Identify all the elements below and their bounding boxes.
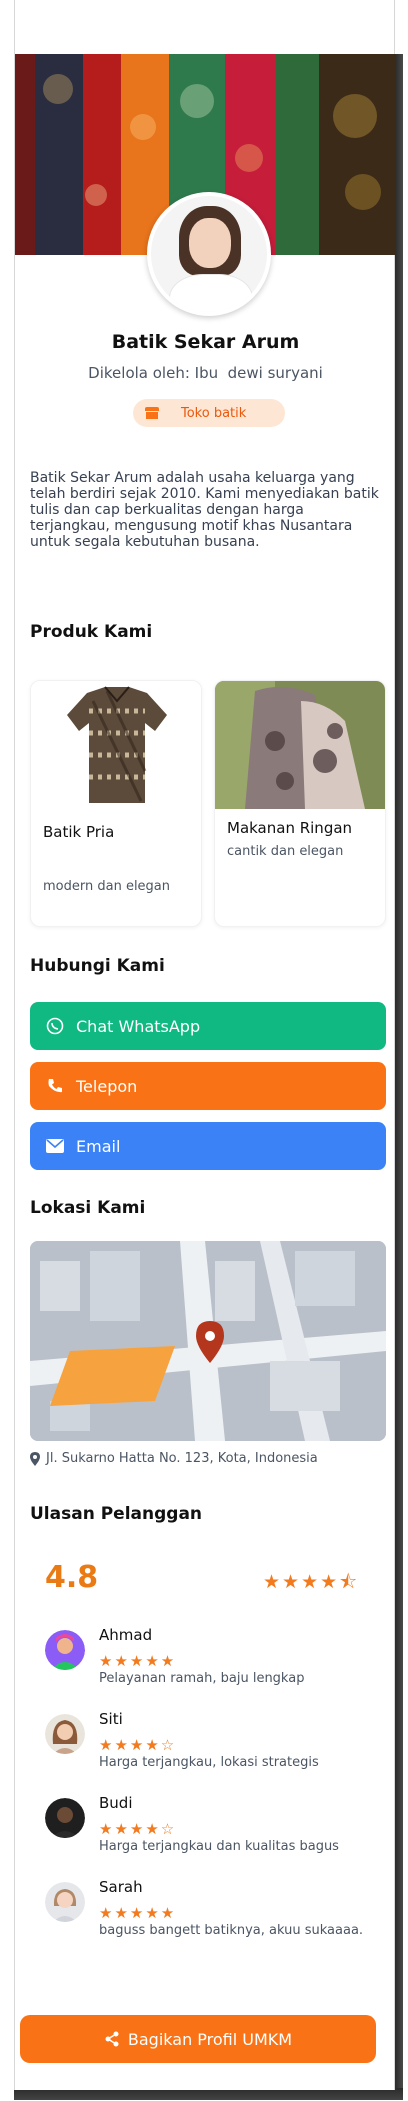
share-icon xyxy=(105,2031,119,2047)
reviewer-name: Ahmad xyxy=(99,1626,153,1644)
manager-name: Dikelola oleh: Ibu dewi suryani xyxy=(88,364,323,382)
email-button[interactable]: Email xyxy=(30,1122,386,1170)
reviewer-name: Siti xyxy=(99,1710,123,1728)
store-icon xyxy=(145,407,159,419)
products-heading: Produk Kami xyxy=(30,622,153,642)
reviews-heading: Ulasan Pelanggan xyxy=(30,1504,203,1524)
phone-button[interactable]: Telepon xyxy=(30,1062,386,1110)
review-item: Siti ★★★★☆ Harga terjangkau, lokasi stra… xyxy=(45,1710,375,1774)
page: Batik Sekar Arum Dikelola oleh: Ibu dewi… xyxy=(0,0,408,2101)
product-image xyxy=(215,681,385,809)
location-heading: Lokasi Kami xyxy=(30,1198,146,1218)
product-card[interactable]: Batik Pria modern dan elegan xyxy=(30,680,202,927)
reviewer-avatar xyxy=(45,1882,85,1922)
review-item: Budi ★★★★☆ Harga terjangkau dan kualitas… xyxy=(45,1794,375,1858)
product-name: Batik Pria xyxy=(43,823,115,841)
whatsapp-button[interactable]: Chat WhatsApp xyxy=(30,1002,386,1050)
category-badge: Toko batik xyxy=(133,399,285,427)
address: Jl. Sukarno Hatta No. 123, Kota, Indones… xyxy=(30,1451,318,1466)
category-label: Toko batik xyxy=(181,405,247,421)
product-card[interactable]: Makanan Ringan cantik dan elegan xyxy=(214,680,386,927)
average-rating: 4.8 xyxy=(45,1560,99,1595)
reviewer-avatar xyxy=(45,1630,85,1670)
location-map[interactable] xyxy=(30,1241,386,1441)
review-item: Sarah ★★★★★ baguss bangett batiknya, aku… xyxy=(45,1878,375,1952)
owner-avatar xyxy=(147,192,271,316)
average-stars: ★★★★⯪ xyxy=(263,1571,360,1593)
reviewer-avatar xyxy=(45,1798,85,1838)
phone-label: Telepon xyxy=(76,1076,138,1096)
share-profile-button[interactable]: Bagikan Profil UMKM xyxy=(20,2015,376,2063)
share-label: Bagikan Profil UMKM xyxy=(127,2029,293,2049)
reviewer-name: Budi xyxy=(99,1794,133,1812)
review-text: baguss bangett batiknya, akuu sukaaaa. xyxy=(99,1923,364,1938)
review-stars: ★★★★★ xyxy=(99,1904,177,1922)
reviewer-name: Sarah xyxy=(99,1878,143,1896)
phone-icon xyxy=(46,1077,64,1095)
product-subtitle: modern dan elegan xyxy=(43,879,171,894)
location-pin-icon xyxy=(30,1451,40,1466)
product-image xyxy=(31,681,201,809)
review-stars: ★★★★☆ xyxy=(99,1820,177,1838)
review-stars: ★★★★☆ xyxy=(99,1736,177,1754)
profile-page: Batik Sekar Arum Dikelola oleh: Ibu dewi… xyxy=(14,0,396,2090)
device-shadow xyxy=(395,54,403,2099)
contact-heading: Hubungi Kami xyxy=(30,956,165,976)
envelope-icon xyxy=(46,1137,64,1155)
address-text: Jl. Sukarno Hatta No. 123, Kota, Indones… xyxy=(46,1451,318,1466)
whatsapp-icon xyxy=(46,1017,64,1035)
shop-name: Batik Sekar Arum xyxy=(111,331,300,353)
product-subtitle: cantik dan elegan xyxy=(227,844,344,859)
review-text: Harga terjangkau, lokasi strategis xyxy=(99,1755,319,1770)
review-text: Pelayanan ramah, baju lengkap xyxy=(99,1671,305,1686)
email-label: Email xyxy=(76,1136,121,1156)
review-text: Harga terjangkau dan kualitas bagus xyxy=(99,1839,339,1854)
reviewer-avatar xyxy=(45,1714,85,1754)
whatsapp-label: Chat WhatsApp xyxy=(76,1016,201,1036)
review-stars: ★★★★★ xyxy=(99,1652,177,1670)
product-name: Makanan Ringan xyxy=(227,819,353,837)
shop-description: Batik Sekar Arum adalah usaha keluarga y… xyxy=(30,470,379,550)
review-item: Ahmad ★★★★★ Pelayanan ramah, baju lengka… xyxy=(45,1626,375,1690)
